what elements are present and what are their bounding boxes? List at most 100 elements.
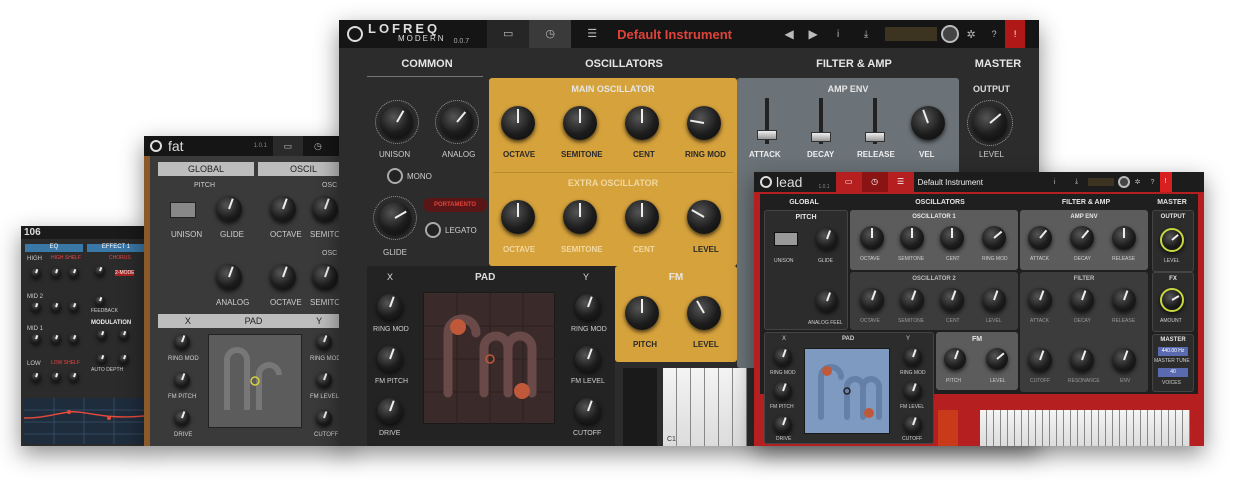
piano-white-key[interactable] xyxy=(1078,410,1085,446)
folder-icon[interactable]: ▭ xyxy=(272,136,303,156)
piano-white-key[interactable] xyxy=(1141,410,1148,446)
alert-icon[interactable]: ! xyxy=(1005,20,1026,48)
glide-knob[interactable] xyxy=(816,228,838,250)
analog-knob[interactable] xyxy=(216,264,242,290)
piano-white-key[interactable] xyxy=(1057,410,1064,446)
attack-slider[interactable] xyxy=(757,130,777,140)
piano-white-key[interactable] xyxy=(1106,410,1113,446)
piano-white-key[interactable] xyxy=(1008,410,1015,446)
osc1-octave-knob[interactable] xyxy=(860,226,884,250)
extra-cent-knob[interactable] xyxy=(625,200,659,234)
piano-white-key[interactable] xyxy=(1162,410,1169,446)
piano-white-key[interactable] xyxy=(1134,410,1141,446)
save-icon[interactable]: ⤓ xyxy=(1066,178,1088,186)
piano-white-key[interactable] xyxy=(1085,410,1092,446)
piano-white-key[interactable] xyxy=(1113,410,1120,446)
volume-knob-icon[interactable] xyxy=(941,25,960,43)
osc1-cent-knob[interactable] xyxy=(940,226,964,250)
ring-mod-y-knob[interactable] xyxy=(316,334,332,350)
cutoff-knob[interactable] xyxy=(1028,348,1052,372)
osc1-ring-mod-knob[interactable] xyxy=(982,226,1006,250)
save-icon[interactable]: ⤓ xyxy=(851,29,881,40)
decay-knob[interactable] xyxy=(1070,226,1094,250)
osc2-octave-knob[interactable] xyxy=(860,288,884,312)
history-icon[interactable]: ◷ xyxy=(303,136,333,156)
feedback-knob[interactable] xyxy=(95,296,105,306)
high-freq-knob[interactable] xyxy=(31,268,41,278)
semitone-knob[interactable] xyxy=(312,196,338,222)
pad-fm-level-knob[interactable] xyxy=(904,382,922,400)
mix-knob[interactable] xyxy=(95,266,105,276)
gear-icon[interactable]: ✲ xyxy=(959,28,983,41)
piano-white-key[interactable] xyxy=(1120,410,1127,446)
high-gain-knob[interactable] xyxy=(69,268,79,278)
help-icon[interactable]: ? xyxy=(1146,179,1160,186)
mid2-gain-knob[interactable] xyxy=(69,302,79,312)
portamento-select[interactable]: PORTAMENTO xyxy=(423,198,487,212)
unison-toggle[interactable] xyxy=(774,232,798,246)
piano-white-key[interactable] xyxy=(1043,410,1050,446)
piano-white-key[interactable] xyxy=(1183,410,1190,446)
osc2-cent-knob[interactable] xyxy=(940,288,964,312)
piano-keyboard[interactable] xyxy=(980,410,1190,446)
pitch-wheel[interactable] xyxy=(938,410,958,446)
pitch-wheels[interactable] xyxy=(623,368,657,446)
settings-sliders-icon[interactable]: ☰ xyxy=(887,172,914,192)
piano-white-key[interactable] xyxy=(1148,410,1155,446)
speed-knob[interactable] xyxy=(97,330,107,340)
piano-white-key[interactable] xyxy=(987,410,994,446)
history-icon[interactable]: ◷ xyxy=(861,172,888,192)
extra-semitone-knob[interactable] xyxy=(563,200,597,234)
decay-slider[interactable] xyxy=(811,132,831,142)
pad-ring-mod-knob[interactable] xyxy=(377,294,403,320)
fm-pitch-knob[interactable] xyxy=(944,348,966,370)
preset-name[interactable]: Default Instrument xyxy=(613,27,777,42)
master-tune-value[interactable]: 440.00 Hz xyxy=(1158,347,1188,356)
pad-y-ring-mod-knob[interactable] xyxy=(904,348,922,366)
pad-drive-knob[interactable] xyxy=(377,398,403,424)
pad-fm-pitch-knob[interactable] xyxy=(774,382,792,400)
mid2-freq-knob[interactable] xyxy=(31,302,41,312)
volume-knob-icon[interactable] xyxy=(1117,176,1130,188)
octave2-knob[interactable] xyxy=(270,264,296,290)
eq-graph[interactable] xyxy=(24,398,144,444)
pad-ring-mod-knob[interactable] xyxy=(774,348,792,366)
ring-mod-knob[interactable] xyxy=(174,334,190,350)
fm-pitch-knob[interactable] xyxy=(174,372,190,388)
pad-y-ring-mod-knob[interactable] xyxy=(575,294,601,320)
pad-fm-level-knob[interactable] xyxy=(575,346,601,372)
piano-white-key[interactable] xyxy=(677,368,691,446)
piano-white-key[interactable] xyxy=(1155,410,1162,446)
piano-white-key[interactable] xyxy=(1071,410,1078,446)
prev-preset-icon[interactable]: ◀ xyxy=(777,27,801,41)
extra-level-knob[interactable] xyxy=(687,200,721,234)
glide-knob[interactable] xyxy=(216,196,242,222)
release-slider[interactable] xyxy=(865,132,885,142)
cutoff-knob[interactable] xyxy=(316,410,332,426)
piano-white-key[interactable] xyxy=(733,368,747,446)
piano-white-key[interactable] xyxy=(994,410,1001,446)
low-gain-knob[interactable] xyxy=(69,372,79,382)
piano-white-key[interactable] xyxy=(1176,410,1183,446)
next-preset-icon[interactable]: ▶ xyxy=(801,27,825,41)
piano-white-key[interactable] xyxy=(1015,410,1022,446)
mid1-gain-knob[interactable] xyxy=(69,334,79,344)
piano-white-key[interactable] xyxy=(1169,410,1176,446)
fm-level-knob[interactable] xyxy=(316,372,332,388)
output-knob[interactable] xyxy=(1160,228,1184,252)
osc2-level-knob[interactable] xyxy=(982,288,1006,312)
alert-icon[interactable]: ! xyxy=(1159,172,1172,192)
filter-release-knob[interactable] xyxy=(1112,288,1136,312)
release-knob[interactable] xyxy=(1112,226,1136,250)
history-icon[interactable]: ◷ xyxy=(529,20,572,48)
osc2-semitone-knob[interactable] xyxy=(900,288,924,312)
octave-knob[interactable] xyxy=(501,106,535,140)
piano-white-key[interactable] xyxy=(1099,410,1106,446)
output-knob[interactable] xyxy=(973,106,1007,140)
piano-keyboard[interactable] xyxy=(663,368,747,446)
pad-drive-knob[interactable] xyxy=(774,416,792,434)
piano-white-key[interactable] xyxy=(1092,410,1099,446)
velocity-knob[interactable] xyxy=(911,106,945,140)
mid2-q-knob[interactable] xyxy=(51,302,61,312)
xy-pad[interactable] xyxy=(804,348,890,434)
